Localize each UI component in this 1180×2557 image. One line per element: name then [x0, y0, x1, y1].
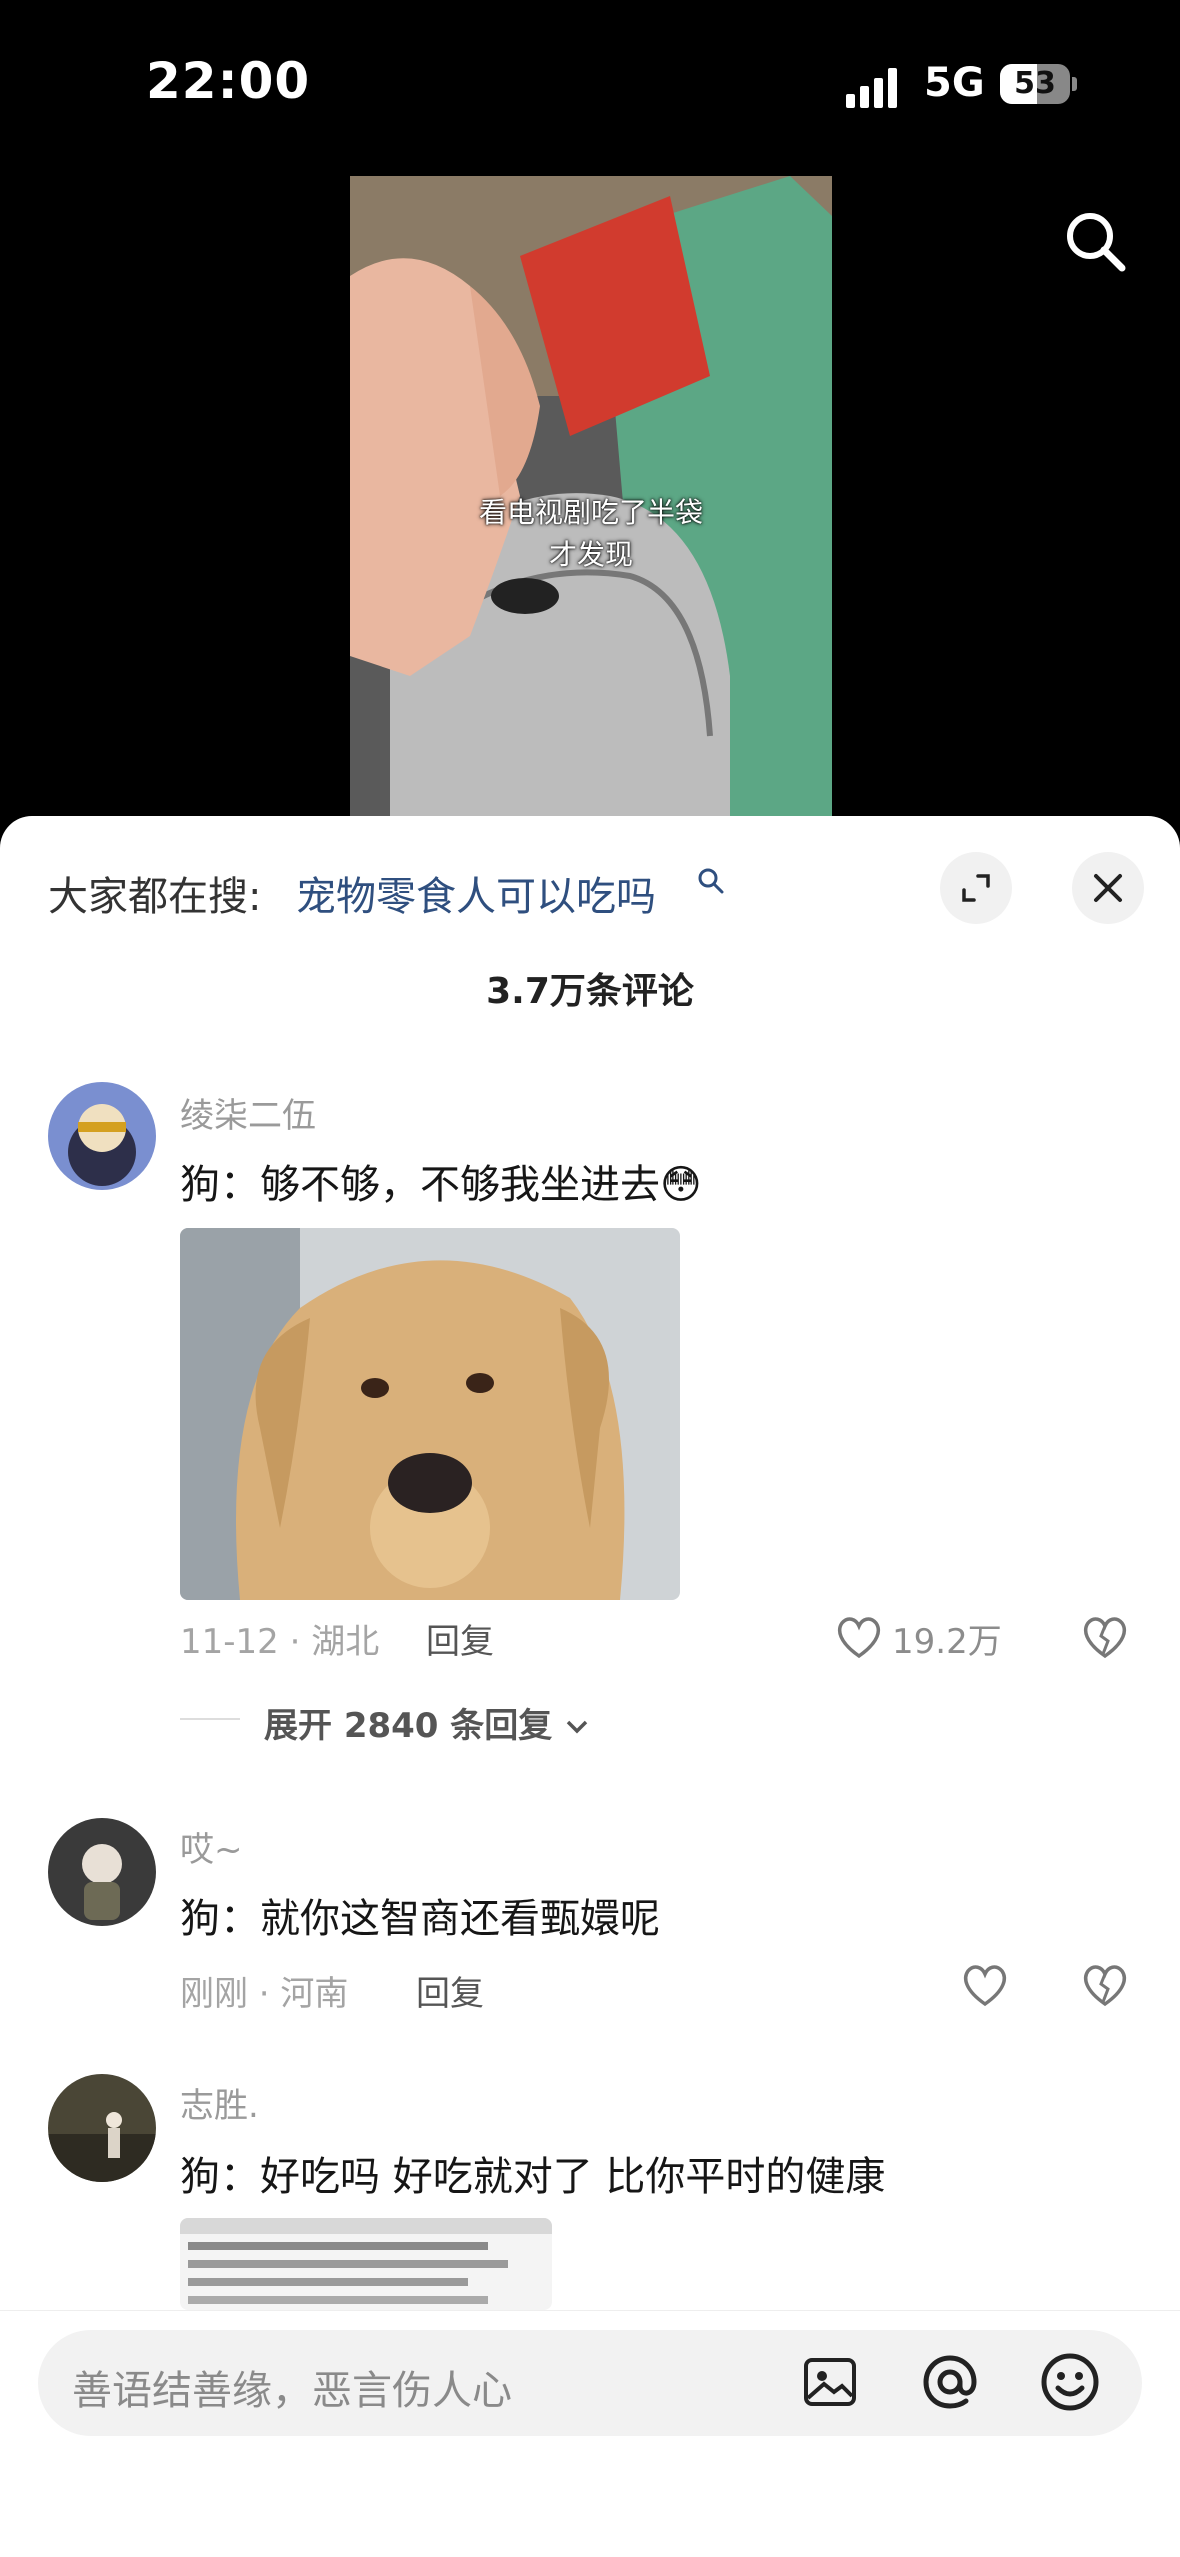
network-label: 5G [924, 60, 985, 106]
at-icon[interactable] [918, 2350, 982, 2414]
comment-meta: 刚刚 · 河南 [180, 1974, 349, 2014]
comment-image[interactable] [180, 2218, 552, 2310]
video-player[interactable]: 看电视剧吃了半袋 才发现 [350, 176, 832, 816]
video-caption-line1: 看电视剧吃了半袋 [478, 496, 703, 529]
broken-heart-icon[interactable] [1080, 1614, 1130, 1660]
comment-text: 狗：就你这智商还看甄嬛呢 [180, 1896, 660, 1942]
reply-button[interactable]: 回复 [416, 1966, 484, 2015]
close-button[interactable] [1072, 852, 1144, 924]
comment-author[interactable]: 志胜. [180, 2078, 259, 2127]
like-count: 19.2万 [892, 1622, 1002, 1662]
hot-search-term[interactable]: 宠物零食人可以吃吗 [296, 864, 656, 922]
avatar[interactable] [48, 2074, 156, 2182]
flushed-face-emoji: 😳 [660, 1162, 702, 1208]
expand-replies-label: 展开 2840 条回复 [264, 1706, 553, 1746]
avatar-image [48, 1082, 156, 1190]
comment-meta: 11-12 · 湖北 [180, 1622, 380, 1662]
expand-button[interactable] [940, 852, 1012, 924]
chevron-down-icon [566, 1720, 588, 1734]
heart-icon[interactable] [960, 1962, 1010, 2008]
ingredient-label-image [180, 2218, 552, 2310]
comment-text: 狗：够不够，不够我坐进去😳 [180, 1152, 702, 1210]
golden-retriever-image [180, 1228, 680, 1600]
avatar[interactable] [48, 1082, 156, 1190]
video-caption-line2: 才发现 [548, 538, 633, 571]
heart-icon[interactable] [834, 1614, 884, 1660]
close-icon [1094, 874, 1122, 902]
comments-sheet [0, 816, 1180, 2556]
hot-search-prefix: 大家都在搜: [48, 874, 262, 920]
image-icon[interactable] [800, 2352, 860, 2412]
comment-image[interactable] [180, 1228, 680, 1600]
reply-button[interactable]: 回复 [426, 1614, 494, 1663]
status-time: 22:00 [146, 52, 311, 110]
broken-heart-icon[interactable] [1080, 1962, 1130, 2008]
expand-icon [962, 874, 990, 902]
comment-text: 狗：好吃吗 好吃就对了 比你平时的健康 [180, 2154, 886, 2200]
avatar-image [48, 1818, 156, 1926]
smiley-icon[interactable] [1038, 2350, 1102, 2414]
comment-count: 3.7万条评论 [486, 971, 694, 1012]
expand-replies-button[interactable]: 展开 2840 条回复 [264, 1698, 590, 1747]
video-caption: 看电视剧吃了半袋 才发现 [350, 492, 832, 576]
comment-body: 狗：够不够，不够我坐进去 [180, 1162, 660, 1208]
divider [180, 1718, 240, 1720]
comment-author[interactable]: 哎~ [180, 1822, 243, 1871]
battery-indicator: 53 [1000, 64, 1077, 104]
avatar-image [48, 2074, 156, 2182]
comment-author[interactable]: 绫柒二伍 [180, 1088, 316, 1137]
comment-input-placeholder: 善语结善缘，恶言伤人心 [72, 2368, 512, 2414]
avatar[interactable] [48, 1818, 156, 1926]
search-icon[interactable] [696, 866, 726, 896]
signal-icon [846, 68, 897, 108]
battery-level: 53 [1014, 66, 1056, 101]
search-icon[interactable] [1060, 206, 1130, 276]
